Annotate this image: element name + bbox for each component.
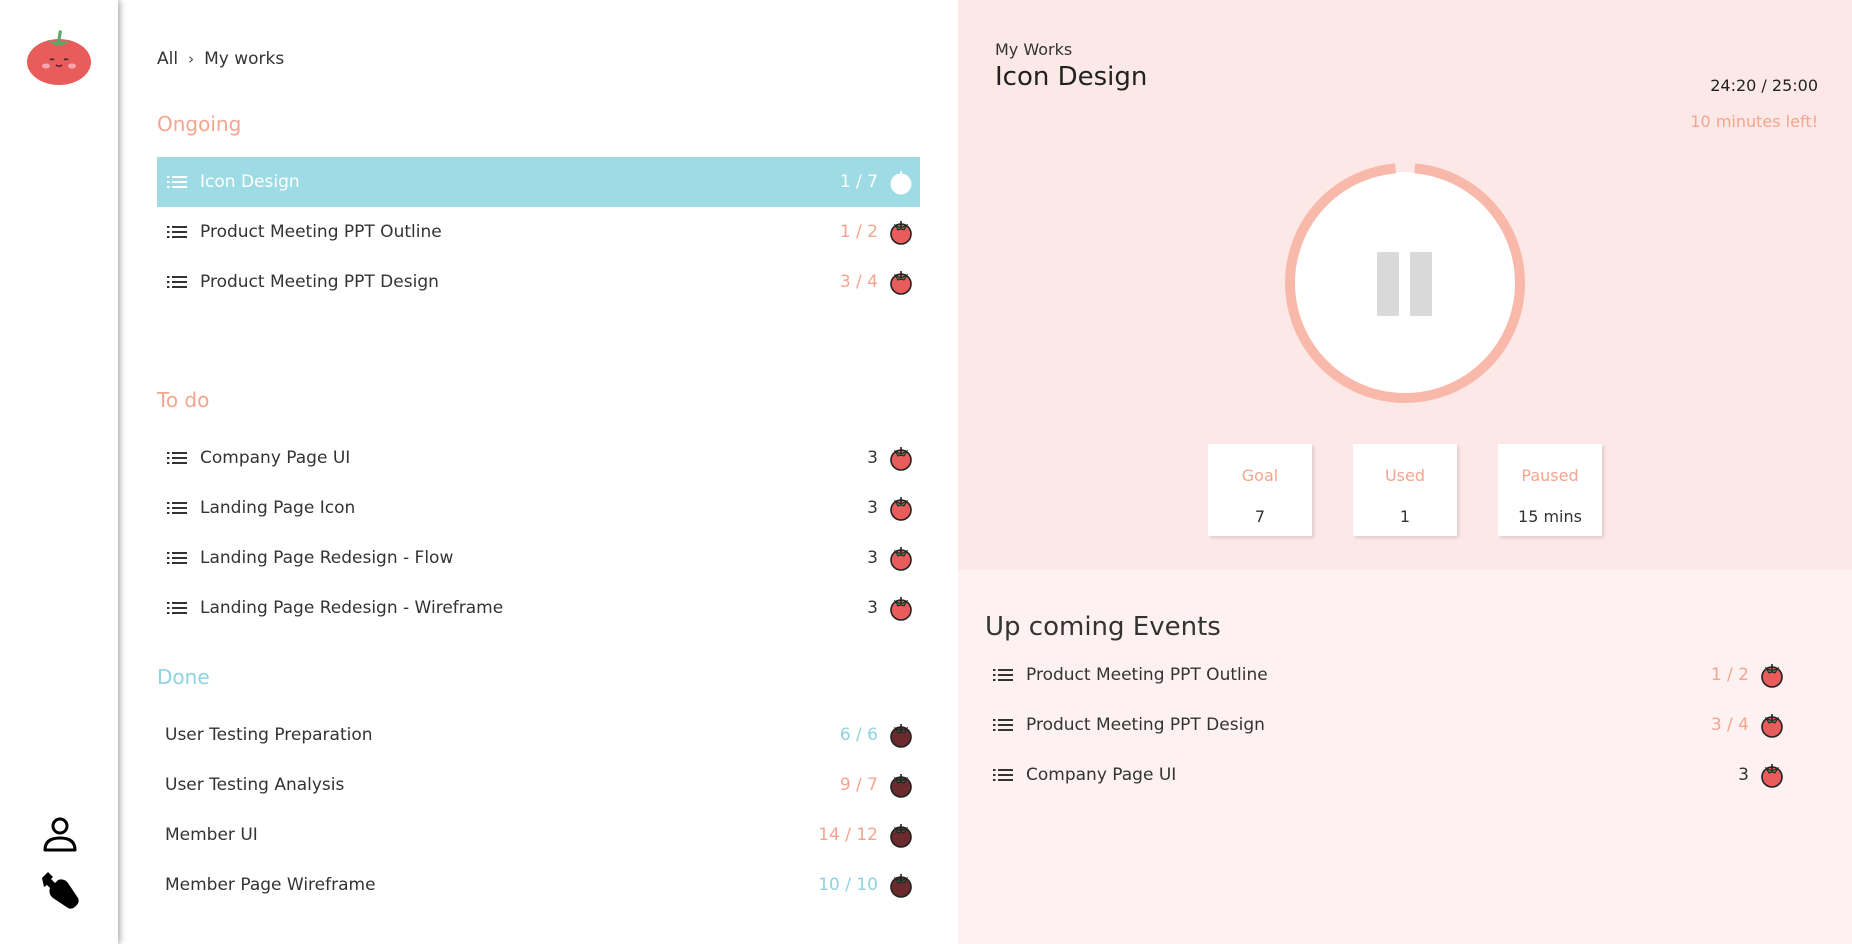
time-left-note: 10 minutes left!	[1690, 112, 1818, 131]
section-ongoing-title: Ongoing	[157, 112, 242, 136]
task-label: Product Meeting PPT Outline	[200, 222, 442, 242]
timer-readout: 24:20 / 25:00	[1710, 76, 1818, 95]
paused-label: Paused	[1521, 466, 1579, 485]
wrench-icon[interactable]	[38, 868, 82, 912]
list-icon	[993, 719, 1013, 731]
todo-list: Company Page UI 3 Landing Page Icon 3 La…	[157, 433, 920, 633]
event-label: Company Page UI	[1026, 765, 1177, 785]
tomato-icon	[890, 271, 912, 295]
tomato-done-icon	[890, 824, 912, 848]
tomato-icon	[1761, 714, 1783, 738]
goal-value: 7	[1254, 507, 1266, 526]
task-count: 3	[867, 448, 878, 468]
tomato-done-icon	[890, 774, 912, 798]
paused-card: Paused 15 mins	[1498, 444, 1602, 536]
timer-ring[interactable]	[1284, 162, 1526, 404]
events-panel: Up coming Events Product Meeting PPT Out…	[958, 570, 1852, 944]
tomato-done-icon	[890, 874, 912, 898]
list-item[interactable]: Member UI 14 / 12	[157, 810, 920, 860]
list-icon	[993, 669, 1013, 681]
tomato-icon	[1761, 664, 1783, 688]
event-label: Product Meeting PPT Design	[1026, 715, 1265, 735]
used-label: Used	[1384, 466, 1426, 485]
task-label: Company Page UI	[200, 448, 351, 468]
list-item[interactable]: Company Page UI 3	[991, 750, 1791, 800]
breadcrumb-all[interactable]: All	[157, 49, 178, 69]
used-value: 1	[1399, 507, 1411, 526]
tomato-done-icon	[890, 724, 912, 748]
section-todo-title: To do	[157, 388, 210, 412]
task-label: Product Meeting PPT Design	[200, 272, 439, 292]
task-label: Landing Page Icon	[200, 498, 356, 518]
task-count: 1 / 7	[839, 172, 878, 192]
section-done-title: Done	[157, 665, 210, 689]
task-count: 3 / 4	[839, 272, 878, 292]
event-count: 3 / 4	[1710, 715, 1749, 735]
task-label: Icon Design	[200, 172, 300, 192]
task-label: Landing Page Redesign - Flow	[200, 548, 454, 568]
task-label: User Testing Analysis	[165, 775, 345, 795]
used-card: Used 1	[1353, 444, 1457, 536]
events-title: Up coming Events	[985, 612, 1221, 642]
sidebar	[0, 0, 118, 944]
current-task-title: Icon Design	[995, 62, 1148, 92]
ongoing-list: Icon Design 1 / 7 Product Meeting PPT Ou…	[157, 157, 920, 307]
tomato-icon	[890, 497, 912, 521]
current-crumb: My Works	[995, 40, 1073, 59]
list-icon	[993, 769, 1013, 781]
list-icon	[167, 226, 187, 238]
tomato-icon	[890, 597, 912, 621]
list-icon	[167, 276, 187, 288]
user-icon[interactable]	[38, 814, 82, 858]
breadcrumb-current: My works	[204, 49, 285, 69]
events-list: Product Meeting PPT Outline 1 / 2 Produc…	[991, 650, 1791, 800]
paused-value: 15 mins	[1518, 507, 1582, 526]
list-item[interactable]: Member Page Wireframe 10 / 10	[157, 860, 920, 910]
task-count: 3	[867, 598, 878, 618]
list-item[interactable]: Company Page UI 3	[157, 433, 920, 483]
list-item[interactable]: User Testing Analysis 9 / 7	[157, 760, 920, 810]
list-item[interactable]: Product Meeting PPT Design 3 / 4	[157, 257, 920, 307]
list-icon	[167, 502, 187, 514]
chevron-right-icon: ›	[188, 50, 195, 68]
list-item[interactable]: Icon Design 1 / 7	[157, 157, 920, 207]
task-count: 14 / 12	[818, 825, 878, 845]
list-item[interactable]: Landing Page Redesign - Wireframe 3	[157, 583, 920, 633]
tomato-icon	[1761, 764, 1783, 788]
task-label: Member Page Wireframe	[165, 875, 376, 895]
list-item[interactable]: Product Meeting PPT Outline 1 / 2	[991, 650, 1791, 700]
list-item[interactable]: Landing Page Redesign - Flow 3	[157, 533, 920, 583]
tomato-icon	[890, 447, 912, 471]
list-item[interactable]: Product Meeting PPT Outline 1 / 2	[157, 207, 920, 257]
task-count: 10 / 10	[818, 875, 878, 895]
tomato-white-icon	[890, 171, 912, 195]
breadcrumb: All › My works	[157, 49, 284, 69]
list-item[interactable]: Product Meeting PPT Design 3 / 4	[991, 700, 1791, 750]
tomato-logo-icon[interactable]	[26, 24, 92, 90]
tomato-icon	[890, 547, 912, 571]
event-count: 3	[1738, 765, 1749, 785]
event-label: Product Meeting PPT Outline	[1026, 665, 1268, 685]
task-label: User Testing Preparation	[165, 725, 373, 745]
list-icon	[167, 176, 187, 188]
list-item[interactable]: Landing Page Icon 3	[157, 483, 920, 533]
goal-label: Goal	[1241, 466, 1279, 485]
task-count: 6 / 6	[839, 725, 878, 745]
task-label: Landing Page Redesign - Wireframe	[200, 598, 504, 618]
list-icon	[167, 452, 187, 464]
task-count: 3	[867, 498, 878, 518]
task-count: 1 / 2	[839, 222, 878, 242]
list-icon	[167, 602, 187, 614]
tomato-icon	[890, 221, 912, 245]
event-count: 1 / 2	[1710, 665, 1749, 685]
goal-card: Goal 7	[1208, 444, 1312, 536]
list-item[interactable]: User Testing Preparation 6 / 6	[157, 710, 920, 760]
done-list: User Testing Preparation 6 / 6 User Test…	[157, 710, 920, 910]
list-icon	[167, 552, 187, 564]
task-label: Member UI	[165, 825, 258, 845]
task-count: 9 / 7	[839, 775, 878, 795]
task-count: 3	[867, 548, 878, 568]
timer-panel: My Works Icon Design 24:20 / 25:00 10 mi…	[958, 0, 1852, 570]
task-list-panel: All › My works Ongoing Icon Design 1 / 7…	[118, 0, 958, 944]
